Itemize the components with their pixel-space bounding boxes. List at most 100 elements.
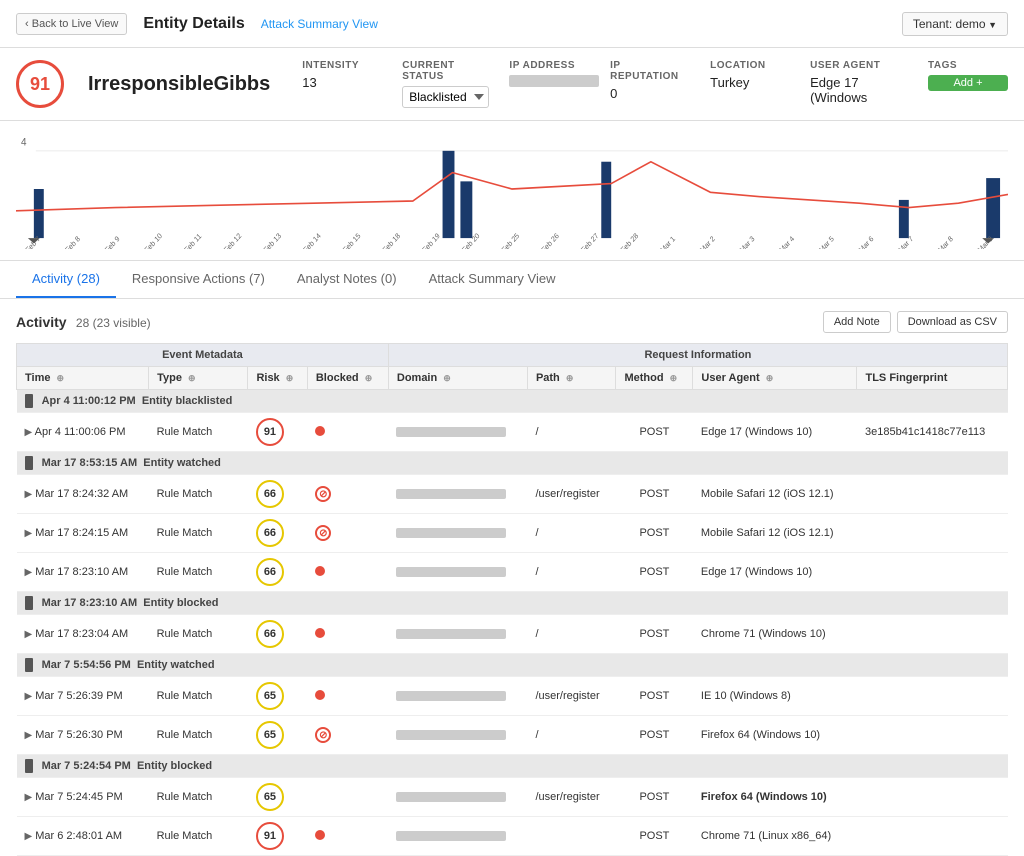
cell-blocked [307, 817, 388, 856]
cell-type: Rule Match [149, 615, 248, 654]
svg-text:Feb 11: Feb 11 [182, 231, 203, 249]
activity-header: Activity 28 (23 visible) Add Note Downlo… [16, 311, 1008, 333]
entity-name: IrresponsibleGibbs [88, 73, 270, 96]
cell-tls: 3e185b41c1418c77e113 [857, 413, 1008, 452]
cell-blocked [307, 413, 388, 452]
ip-reputation-value: 0 [610, 86, 690, 101]
status-group: CURRENT STATUS Blacklisted Watched Norma… [402, 60, 489, 108]
domain-redacted [396, 629, 506, 639]
cell-path: /user/register [527, 778, 616, 817]
expand-button[interactable]: ▶ [25, 528, 33, 539]
col-type[interactable]: Type ⊕ [149, 367, 248, 390]
cell-blocked [307, 615, 388, 654]
cell-risk: 91 [248, 817, 307, 856]
svg-text:Feb 28: Feb 28 [619, 231, 640, 249]
ip-reputation-group: IP REPUTATION 0 [610, 60, 690, 101]
domain-redacted [396, 792, 506, 802]
tab-activity[interactable]: Activity (28) [16, 261, 116, 298]
table-col-header-row: Time ⊕ Type ⊕ Risk ⊕ Blocked ⊕ Domain ⊕ … [17, 367, 1008, 390]
domain-redacted [396, 489, 506, 499]
svg-text:Feb 18: Feb 18 [381, 231, 402, 249]
cell-risk: 65 [248, 778, 307, 817]
table-row: ▶ Mar 17 8:24:15 AM Rule Match 66 ⊘ / PO… [17, 514, 1008, 553]
table-group-row: Mar 7 5:54:56 PM Entity watched [17, 654, 1008, 677]
cell-method: POST [616, 413, 693, 452]
activity-count: 28 (23 visible) [76, 316, 151, 330]
svg-text:4: 4 [21, 137, 27, 149]
expand-button[interactable]: ▶ [25, 691, 33, 702]
tags-group: TAGS Add + [928, 60, 1008, 91]
cell-domain [388, 413, 527, 452]
risk-badge: 91 [256, 418, 284, 446]
expand-button[interactable]: ▶ [25, 629, 33, 640]
blocked-dot-icon [315, 690, 325, 700]
cell-user-agent: Chrome 71 (Windows 10) [693, 615, 857, 654]
col-tls: TLS Fingerprint [857, 367, 1008, 390]
domain-redacted [396, 427, 506, 437]
ip-address-group: IP ADDRESS [509, 60, 590, 87]
expand-button[interactable]: ▶ [25, 567, 33, 578]
cell-blocked: ⊘ [307, 514, 388, 553]
cell-tls [857, 475, 1008, 514]
ip-reputation-label: IP REPUTATION [610, 60, 690, 82]
cell-blocked: ⊘ [307, 716, 388, 755]
expand-button[interactable]: ▶ [25, 489, 33, 500]
location-value: Turkey [710, 75, 790, 90]
blocked-sort-icon: ⊕ [365, 373, 373, 383]
activity-title: Activity [16, 314, 67, 330]
expand-button[interactable]: ▶ [25, 427, 33, 438]
cell-time: ▶ Mar 17 8:23:04 AM [17, 615, 149, 654]
table-row: ▶ Mar 7 5:26:30 PM Rule Match 65 ⊘ / POS… [17, 716, 1008, 755]
tab-analyst-notes[interactable]: Analyst Notes (0) [281, 261, 413, 298]
back-to-live-view-button[interactable]: Back to Live View [16, 13, 127, 35]
request-info-header: Request Information [388, 344, 1007, 367]
user-agent-value: Edge 17 (Windows [810, 75, 908, 105]
group-row-label: Apr 4 11:00:12 PM Entity blacklisted [17, 390, 1008, 413]
col-risk[interactable]: Risk ⊕ [248, 367, 307, 390]
cell-risk: 66 [248, 615, 307, 654]
add-tag-button[interactable]: Add + [928, 75, 1008, 91]
expand-button[interactable]: ▶ [25, 730, 33, 741]
download-csv-button[interactable]: Download as CSV [897, 311, 1008, 333]
svg-text:Feb 13: Feb 13 [262, 231, 283, 249]
cell-method: POST [616, 716, 693, 755]
risk-badge: 66 [256, 519, 284, 547]
svg-text:Feb 15: Feb 15 [341, 231, 362, 249]
domain-redacted [396, 567, 506, 577]
col-domain[interactable]: Domain ⊕ [388, 367, 527, 390]
col-time[interactable]: Time ⊕ [17, 367, 149, 390]
table-row: ▶ Mar 17 8:23:04 AM Rule Match 66 / POST… [17, 615, 1008, 654]
tab-attack-summary[interactable]: Attack Summary View [413, 261, 572, 298]
entity-header: 91 IrresponsibleGibbs INTENSITY 13 CURRE… [0, 48, 1024, 121]
cell-type: Rule Match [149, 716, 248, 755]
cell-risk: 66 [248, 553, 307, 592]
cell-risk: 65 [248, 716, 307, 755]
tenant-badge[interactable]: Tenant: demo [902, 12, 1008, 36]
tab-responsive-actions[interactable]: Responsive Actions (7) [116, 261, 281, 298]
method-sort-icon: ⊕ [670, 373, 678, 383]
col-blocked[interactable]: Blocked ⊕ [307, 367, 388, 390]
cell-method: POST [616, 615, 693, 654]
cell-time: ▶ Mar 6 2:48:01 AM [17, 817, 149, 856]
table-group-header-row: Event Metadata Request Information [17, 344, 1008, 367]
ip-address-value [509, 75, 599, 87]
col-method[interactable]: Method ⊕ [616, 367, 693, 390]
cell-blocked [307, 778, 388, 817]
expand-button[interactable]: ▶ [25, 792, 33, 803]
status-select[interactable]: Blacklisted Watched Normal [402, 86, 489, 108]
activity-chart: 4 Feb 7 Feb 8 Feb 9 Feb 10 Feb 11 Feb 12… [16, 129, 1008, 249]
svg-text:Feb 8: Feb 8 [63, 234, 82, 249]
chart-container: 4 Feb 7 Feb 8 Feb 9 Feb 10 Feb 11 Feb 12… [16, 129, 1008, 249]
svg-text:Feb 10: Feb 10 [143, 231, 164, 249]
col-path[interactable]: Path ⊕ [527, 367, 616, 390]
table-group-row: Mar 17 8:53:15 AM Entity watched [17, 452, 1008, 475]
blocked-ban-icon: ⊘ [315, 525, 331, 541]
intensity-value: 13 [302, 75, 382, 90]
cell-time: ▶ Mar 7 5:26:39 PM [17, 677, 149, 716]
attack-summary-link[interactable]: Attack Summary View [261, 17, 378, 31]
col-user-agent[interactable]: User Agent ⊕ [693, 367, 857, 390]
expand-button[interactable]: ▶ [25, 831, 33, 842]
add-note-button[interactable]: Add Note [823, 311, 891, 333]
cell-user-agent: Mobile Safari 12 (iOS 12.1) [693, 514, 857, 553]
risk-sort-icon: ⊕ [286, 373, 294, 383]
